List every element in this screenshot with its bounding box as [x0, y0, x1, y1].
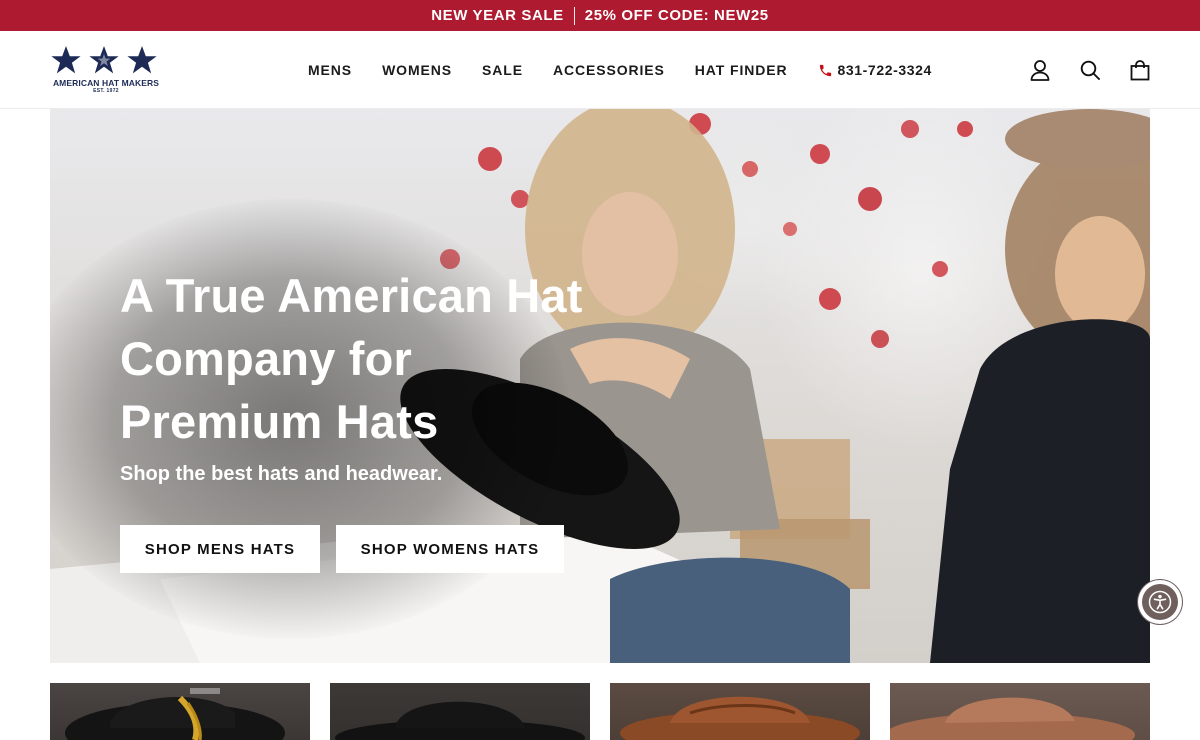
- nav-mens[interactable]: MENS: [308, 62, 352, 78]
- black-hat-feather-image: [65, 688, 285, 740]
- shop-womens-hats-button[interactable]: SHOP WOMENS HATS: [336, 525, 564, 573]
- nav-phone-link[interactable]: 831-722-3324: [818, 62, 932, 78]
- phone-icon: [819, 64, 831, 76]
- product-tile-black-hat-feather[interactable]: [50, 683, 310, 740]
- product-tile-brown-felt-hat[interactable]: [890, 683, 1150, 740]
- phone-number: 831-722-3324: [837, 62, 932, 78]
- black-wide-brim-hat-image: [335, 701, 585, 740]
- hero-subtitle: Shop the best hats and headwear.: [120, 463, 443, 485]
- brown-felt-hat-image: [890, 697, 1135, 740]
- header-icons: [1030, 31, 1150, 109]
- cart-icon[interactable]: [1130, 59, 1150, 81]
- account-icon[interactable]: [1030, 59, 1050, 81]
- nav-womens[interactable]: WOMENS: [382, 62, 452, 78]
- site-header: AMERICAN HAT MAKERS EST. 1972 MENS WOMEN…: [0, 31, 1200, 109]
- brown-leather-hat-image: [620, 696, 860, 740]
- shop-mens-hats-button[interactable]: SHOP MENS HATS: [120, 525, 320, 573]
- announcement-code-text: 25% OFF CODE: NEW25: [584, 7, 769, 24]
- announcement-sale-text: NEW YEAR SALE: [431, 7, 564, 24]
- product-tile-brown-leather-hat[interactable]: [610, 683, 870, 740]
- accessibility-icon: [1142, 584, 1178, 620]
- logo-wordmark: AMERICAN HAT MAKERS: [52, 78, 160, 88]
- hero-banner: A True American Hat Company for Premium …: [50, 109, 1150, 663]
- search-icon[interactable]: [1080, 59, 1100, 81]
- logo-established: EST. 1972: [93, 88, 119, 94]
- three-stars-logo-icon: [50, 45, 162, 75]
- nav-sale[interactable]: SALE: [482, 62, 523, 78]
- main-nav: MENS WOMENS SALE ACCESSORIES HAT FINDER …: [308, 31, 932, 109]
- nav-accessories[interactable]: ACCESSORIES: [553, 62, 665, 78]
- accessibility-button[interactable]: [1138, 580, 1182, 624]
- announcement-divider: [573, 6, 575, 25]
- product-tile-black-wide-brim-hat[interactable]: [330, 683, 590, 740]
- nav-hat-finder[interactable]: HAT FINDER: [695, 62, 788, 78]
- hero-title: A True American Hat Company for Premium …: [120, 269, 583, 448]
- announcement-bar: NEW YEAR SALE 25% OFF CODE: NEW25: [0, 0, 1200, 31]
- site-logo[interactable]: AMERICAN HAT MAKERS EST. 1972: [50, 45, 162, 97]
